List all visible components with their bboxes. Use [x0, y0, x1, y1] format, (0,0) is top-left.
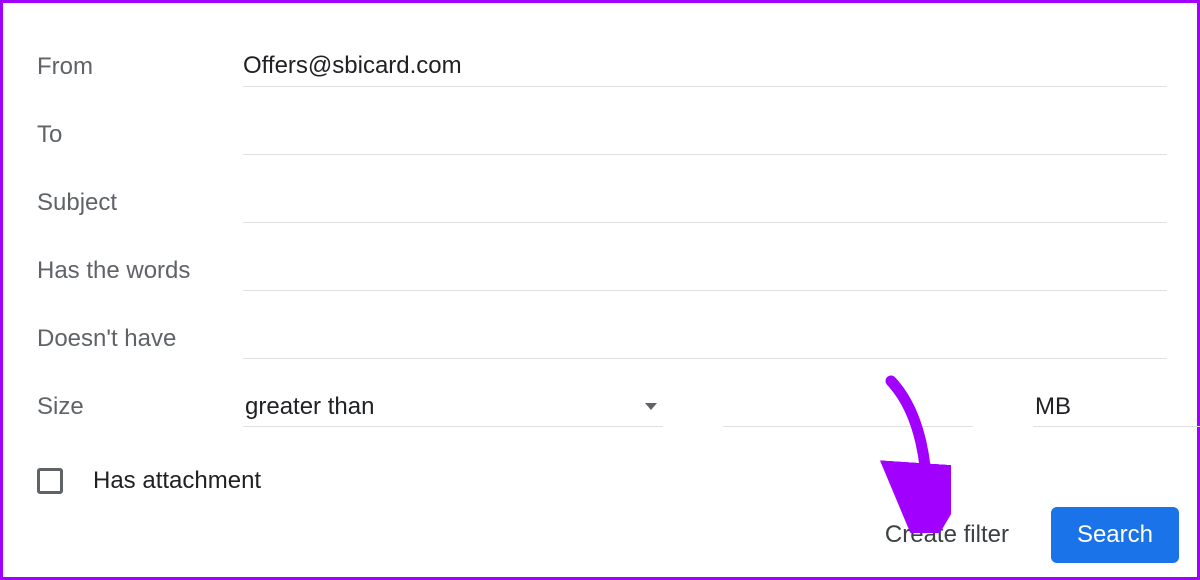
- size-comparator-select[interactable]: greater than: [243, 387, 663, 427]
- row-size: Size greater than MB: [37, 373, 1167, 441]
- doesnt-have-input[interactable]: [243, 319, 1167, 359]
- row-doesnt-have: Doesn't have: [37, 305, 1167, 373]
- size-controls: greater than MB: [243, 387, 1200, 427]
- to-input[interactable]: [243, 115, 1167, 155]
- filter-dialog: From Offers@sbicard.com To Subject Has t…: [0, 0, 1200, 580]
- row-has-words: Has the words: [37, 237, 1167, 305]
- search-button[interactable]: Search: [1051, 507, 1179, 563]
- row-from: From Offers@sbicard.com: [37, 33, 1167, 101]
- create-filter-button[interactable]: Create filter: [885, 521, 1009, 549]
- size-unit-select[interactable]: MB: [1033, 387, 1200, 427]
- row-subject: Subject: [37, 169, 1167, 237]
- from-input[interactable]: Offers@sbicard.com: [243, 47, 1167, 87]
- has-words-input[interactable]: [243, 251, 1167, 291]
- size-unit-value: MB: [1035, 393, 1071, 421]
- subject-input[interactable]: [243, 183, 1167, 223]
- has-attachment-label: Has attachment: [93, 467, 261, 495]
- size-comparator-value: greater than: [245, 393, 374, 421]
- has-attachment-checkbox[interactable]: [37, 468, 63, 494]
- size-label: Size: [37, 393, 243, 421]
- row-to: To: [37, 101, 1167, 169]
- subject-label: Subject: [37, 189, 243, 217]
- chevron-down-icon: [645, 403, 657, 410]
- from-label: From: [37, 53, 243, 81]
- form-area: From Offers@sbicard.com To Subject Has t…: [3, 3, 1197, 495]
- doesnt-have-label: Doesn't have: [37, 325, 243, 353]
- to-label: To: [37, 121, 243, 149]
- has-words-label: Has the words: [37, 257, 243, 285]
- row-has-attachment: Has attachment: [37, 467, 1167, 495]
- size-value-input[interactable]: [723, 387, 973, 427]
- footer-actions: Create filter Search: [885, 507, 1179, 563]
